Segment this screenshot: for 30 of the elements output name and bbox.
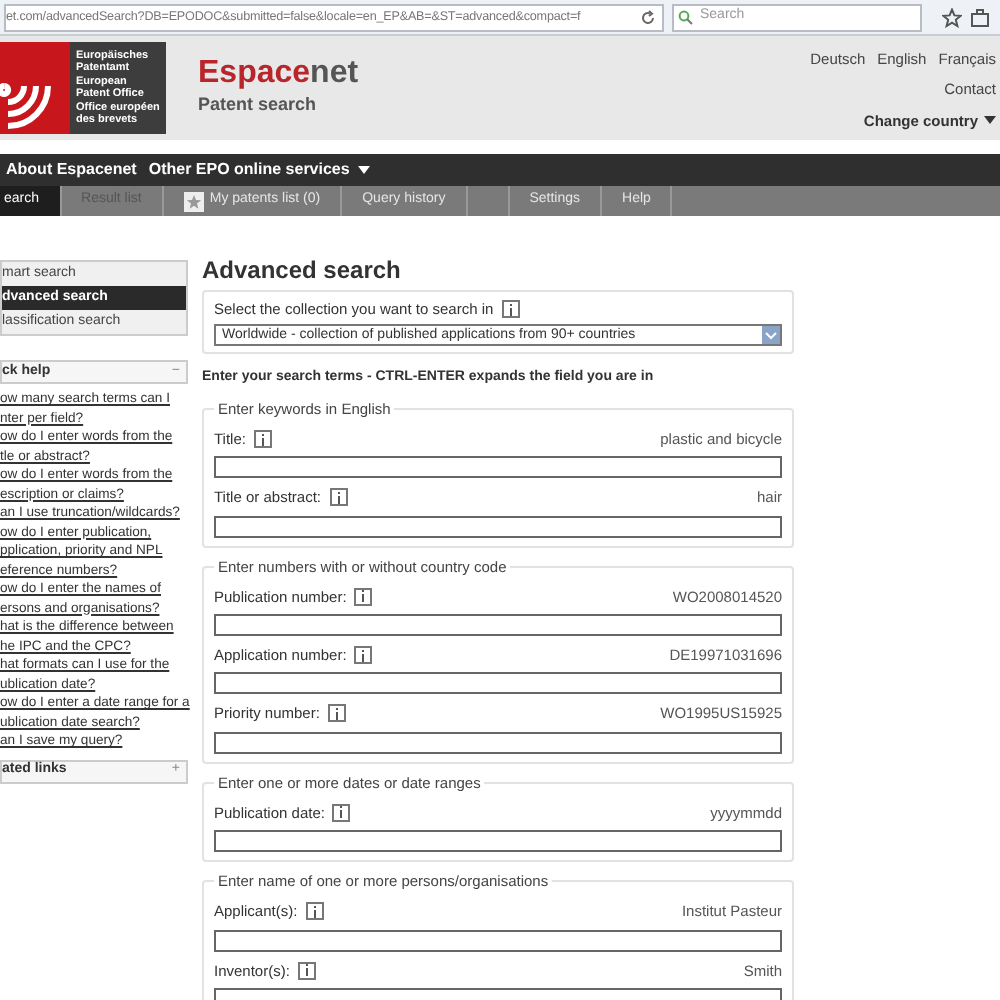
info-icon[interactable]	[354, 646, 373, 665]
search-icon	[678, 9, 694, 25]
star-icon[interactable]	[942, 7, 962, 27]
info-icon[interactable]	[332, 803, 351, 822]
input-field[interactable]	[214, 614, 782, 636]
info-icon[interactable]	[305, 902, 324, 921]
brand-title: Espacenet	[198, 56, 359, 93]
input-field[interactable]	[214, 929, 782, 951]
input-field[interactable]	[214, 830, 782, 852]
logo-icon	[0, 42, 70, 134]
input-field[interactable]	[214, 731, 782, 753]
dropdown-icon	[762, 326, 780, 345]
caret-icon	[357, 166, 370, 174]
input-field[interactable]	[214, 672, 782, 695]
info-icon[interactable]	[253, 430, 272, 449]
star-icon	[183, 191, 204, 211]
info-icon[interactable]	[297, 961, 316, 980]
caret-icon	[984, 116, 996, 125]
page-title: Advanced search	[202, 256, 403, 284]
info-icon[interactable]	[327, 704, 346, 723]
input-field[interactable]	[214, 515, 782, 537]
brand-subtitle: Patent search	[198, 92, 319, 119]
info-icon[interactable]	[354, 587, 373, 606]
info-icon[interactable]	[329, 488, 347, 507]
reload-icon[interactable]	[640, 9, 656, 25]
input-field[interactable]	[214, 456, 782, 479]
info-icon[interactable]	[501, 300, 520, 319]
nav-link[interactable]: Other EPO online services	[148, 158, 370, 182]
nav-link[interactable]: About Espacenet	[6, 158, 137, 182]
briefcase-icon[interactable]	[970, 7, 990, 27]
